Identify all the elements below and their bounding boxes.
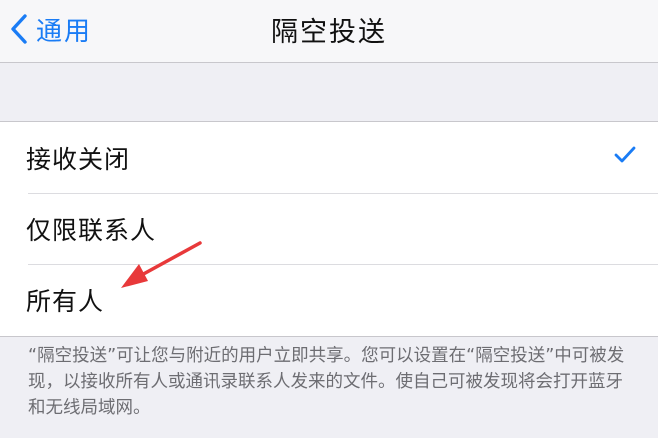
option-label: 仅限联系人 [26, 215, 157, 245]
option-label: 所有人 [26, 286, 105, 316]
navigation-bar: 通用 隔空投送 [0, 0, 658, 63]
receive-options-list: 接收关闭 仅限联系人 所有人 [0, 121, 658, 337]
option-contacts-only[interactable]: 仅限联系人 [0, 193, 658, 264]
checkmark-icon [614, 146, 636, 163]
airdrop-settings-screen: 通用 隔空投送 接收关闭 仅限联系人 所有人 “隔空投送”可让您与附近的用户立即… [0, 0, 658, 438]
footer-description: “隔空投送”可让您与附近的用户立即共享。您可以设置在“隔空投送”中可被发现，以接… [28, 346, 625, 418]
option-everyone[interactable]: 所有人 [0, 264, 658, 335]
option-receiving-off[interactable]: 接收关闭 [0, 122, 658, 193]
page-title: 隔空投送 [271, 17, 387, 48]
option-label: 接收关闭 [26, 144, 131, 174]
